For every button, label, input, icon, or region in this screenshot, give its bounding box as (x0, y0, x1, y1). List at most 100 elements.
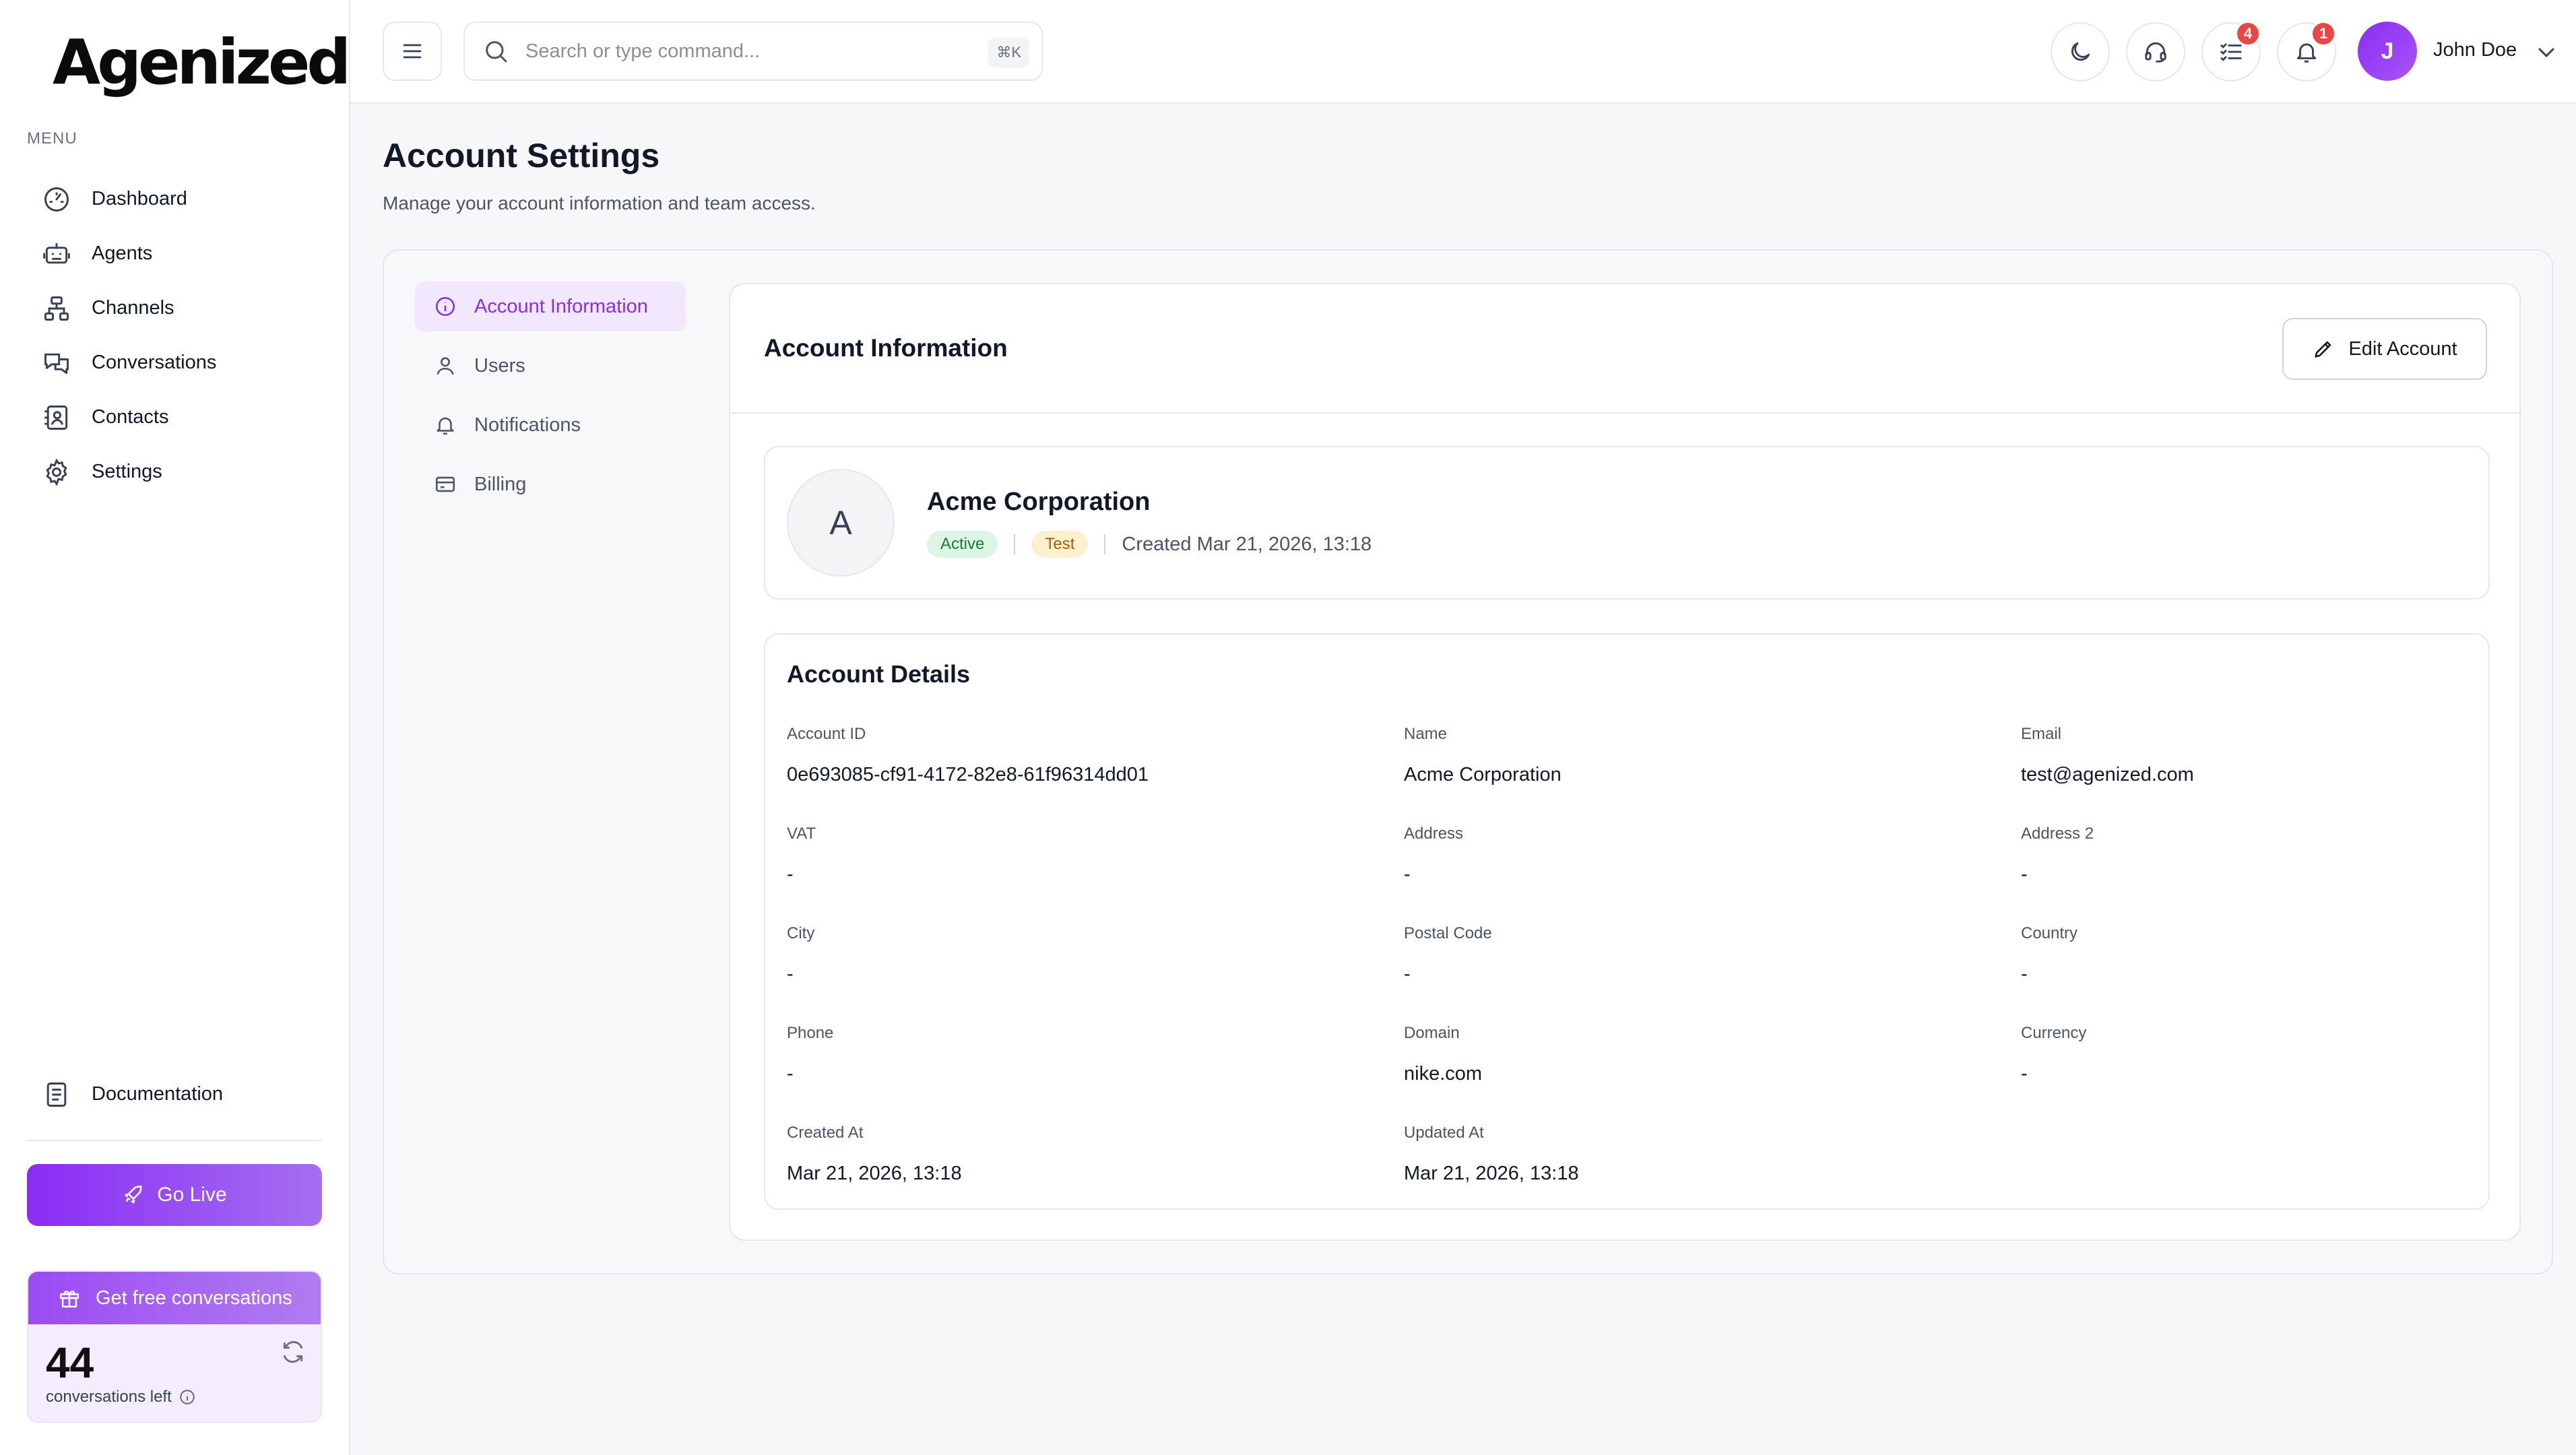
card-title: Account Information (764, 334, 1008, 362)
gear-icon (42, 457, 71, 487)
tasks-count-badge: 4 (2235, 21, 2261, 46)
field-value: - (1404, 864, 1411, 885)
status-badge: Active (927, 531, 998, 558)
field-phone: Phone - (787, 1024, 1366, 1085)
support-button[interactable] (2126, 22, 2185, 82)
edit-account-button[interactable]: Edit Account (2282, 318, 2487, 380)
field-label: Domain (1404, 1024, 1460, 1042)
field-label: Account ID (787, 725, 866, 743)
field-value: nike.com (1404, 1063, 1483, 1085)
conversations-left-caption-row: conversations left (46, 1388, 196, 1406)
field-name: Name Acme Corporation (1404, 725, 1983, 786)
conversations-left-count: 44 (46, 1338, 94, 1387)
sidebar-item-label: Agents (92, 243, 153, 264)
top-header: ⌘K 4 1 J John Doe (350, 0, 2576, 104)
sidebar-item-label: Contacts (92, 406, 169, 428)
sidebar-item-contacts[interactable]: Contacts (27, 390, 323, 445)
field-address-2: Address 2 - (2021, 825, 2576, 886)
field-label: Postal Code (1404, 924, 1492, 942)
theme-toggle-button[interactable] (2051, 22, 2110, 82)
sidebar-item-label: Dashboard (92, 188, 187, 209)
field-city: City - (787, 924, 1366, 985)
sidebar-item-label: Conversations (92, 352, 217, 373)
channels-hierarchy-icon (42, 294, 71, 323)
environment-badge: Test (1031, 531, 1089, 558)
account-name: Acme Corporation (927, 488, 1151, 516)
field-updated-at: Updated At Mar 21, 2026, 13:18 (1404, 1124, 1983, 1185)
tab-users[interactable]: Users (415, 341, 686, 391)
bell-icon (434, 414, 457, 437)
field-value: - (787, 1063, 794, 1085)
user-avatar[interactable]: J (2358, 22, 2417, 81)
user-name[interactable]: John Doe (2433, 39, 2517, 61)
free-conversations-card: Get free conversations 44 conversations … (27, 1270, 322, 1423)
field-label: VAT (787, 825, 816, 843)
gift-icon (58, 1287, 81, 1310)
tasks-button[interactable]: 4 (2201, 21, 2261, 82)
hamburger-menu-icon (400, 39, 424, 63)
get-free-conversations-link[interactable]: Get free conversations (28, 1272, 321, 1324)
tab-notifications[interactable]: Notifications (415, 400, 686, 450)
sidebar-item-conversations[interactable]: Conversations (27, 335, 323, 390)
user-icon (434, 354, 457, 377)
sidebar-item-dashboard[interactable]: Dashboard (27, 172, 323, 226)
field-label: Address 2 (2021, 825, 2094, 843)
search-icon (482, 38, 509, 65)
search-input[interactable] (525, 40, 943, 63)
field-label: Country (2021, 924, 2078, 942)
field-label: Updated At (1404, 1124, 1484, 1142)
moon-icon (2067, 39, 2093, 65)
go-live-label: Go Live (157, 1184, 227, 1206)
field-value: - (2021, 1063, 2028, 1085)
field-currency: Currency - (2021, 1024, 2576, 1085)
details-title: Account Details (787, 660, 971, 688)
notifications-count-badge: 1 (2311, 21, 2336, 46)
robot-icon (42, 239, 71, 269)
tab-label: Billing (474, 473, 527, 495)
chevron-down-icon[interactable] (2533, 39, 2560, 66)
chat-bubbles-icon (42, 348, 71, 378)
sidebar-nav: Dashboard Agents Channels Conversations … (27, 172, 323, 499)
info-icon[interactable] (179, 1388, 196, 1406)
conversations-left-caption: conversations left (46, 1388, 172, 1406)
sidebar-item-label: Channels (92, 297, 174, 319)
account-details: Account Details Account ID 0e693085-cf91… (764, 633, 2490, 1210)
field-value: - (2021, 864, 2028, 885)
sidebar-item-agents[interactable]: Agents (27, 226, 323, 281)
field-label: Created At (787, 1124, 864, 1142)
field-country: Country - (2021, 924, 2576, 985)
field-value: Mar 21, 2026, 13:18 (787, 1163, 962, 1184)
rocket-icon (122, 1184, 145, 1206)
field-label: Address (1404, 825, 1464, 843)
field-created-at: Created At Mar 21, 2026, 13:18 (787, 1124, 1366, 1185)
sidebar-item-documentation[interactable]: Documentation (27, 1067, 323, 1122)
field-domain: Domain nike.com (1404, 1024, 1983, 1085)
sidebar-item-settings[interactable]: Settings (27, 445, 323, 499)
dashboard-gauge-icon (42, 185, 71, 214)
search-bar: ⌘K (463, 22, 1043, 81)
sidebar-toggle-button[interactable] (383, 22, 442, 81)
created-date: Created Mar 21, 2026, 13:18 (1122, 533, 1372, 555)
sidebar-item-label: Documentation (92, 1083, 224, 1105)
notifications-button[interactable]: 1 (2277, 21, 2336, 82)
field-value: - (1404, 963, 1411, 985)
contact-card-icon (42, 403, 71, 432)
menu-section-label: MENU (27, 129, 77, 148)
field-value: - (2021, 963, 2028, 985)
field-postal-code: Postal Code - (1404, 924, 1983, 985)
brand-logo[interactable]: Agenized (53, 26, 351, 100)
field-label: Phone (787, 1024, 834, 1042)
tab-billing[interactable]: Billing (415, 459, 686, 509)
sidebar-item-channels[interactable]: Channels (27, 281, 323, 335)
tab-account-information[interactable]: Account Information (415, 282, 686, 331)
settings-nav: Account Information Users Notifications … (415, 282, 686, 519)
edit-account-label: Edit Account (2348, 337, 2457, 360)
field-value: 0e693085-cf91-4172-82e8-61f96314dd01 (787, 764, 1149, 785)
page-subtitle: Manage your account information and team… (383, 193, 816, 214)
field-vat: VAT - (787, 825, 1366, 886)
refresh-icon[interactable] (280, 1339, 306, 1365)
go-live-button[interactable]: Go Live (27, 1164, 322, 1226)
field-label: Name (1404, 725, 1448, 743)
field-value: - (787, 963, 794, 985)
sidebar-item-label: Settings (92, 461, 162, 482)
